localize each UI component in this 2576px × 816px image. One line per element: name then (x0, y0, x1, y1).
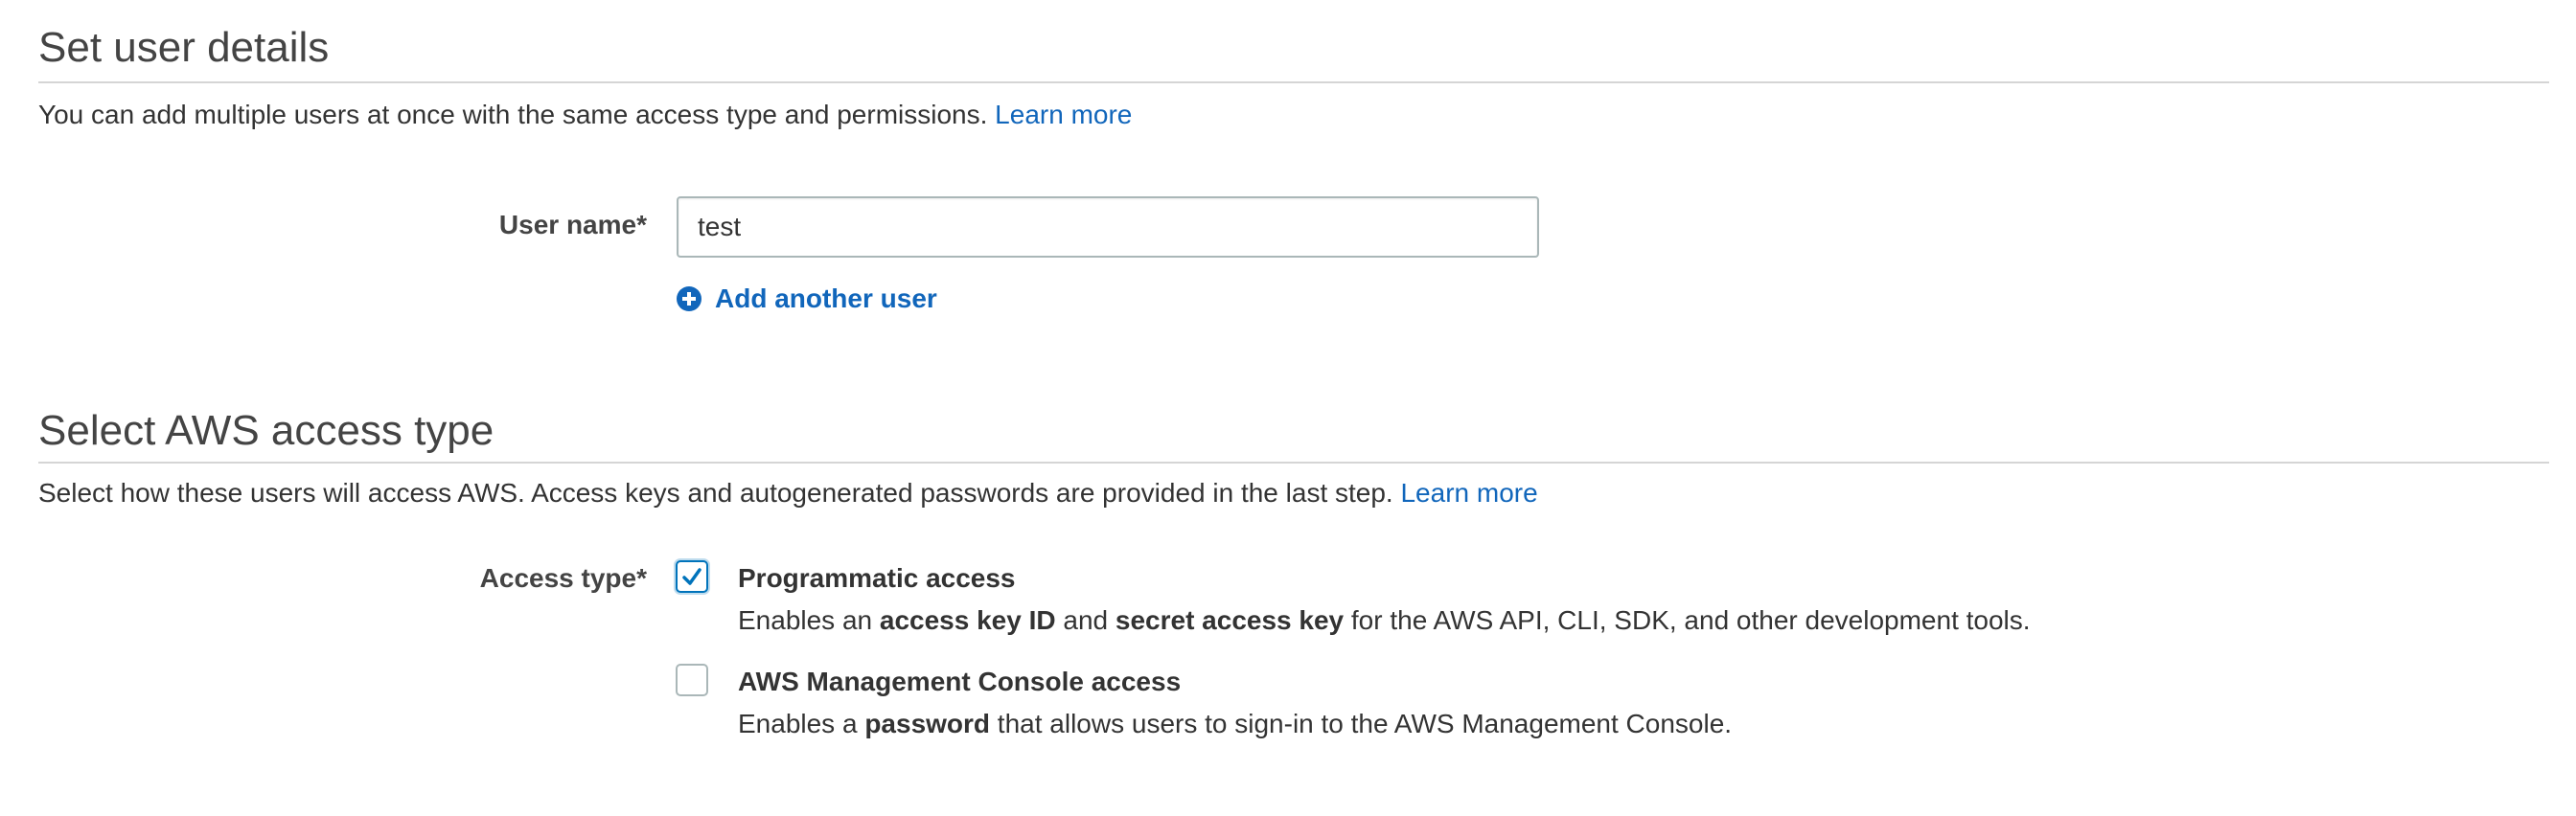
description-text: that allows users to sign-in to the AWS … (990, 709, 1733, 738)
checkmark-icon (682, 568, 702, 585)
description-text: for the AWS API, CLI, SDK, and other dev… (1344, 605, 2031, 635)
section-title-access-type: Select AWS access type (38, 407, 494, 454)
access-type-description: Select how these users will access AWS. … (38, 478, 1393, 508)
section-divider (38, 81, 2549, 83)
learn-more-link[interactable]: Learn more (1400, 478, 1537, 508)
access-type-label: Access type* (479, 563, 647, 593)
console-access-title: AWS Management Console access (738, 667, 1182, 696)
plus-circle-icon (677, 286, 702, 311)
user-name-label: User name* (498, 210, 647, 239)
description-text: Enables an (738, 605, 880, 635)
add-another-user-button[interactable]: Add another user (677, 283, 937, 314)
access-type-description-line: Select how these users will access AWS. … (38, 477, 1538, 510)
add-another-user-label: Add another user (715, 283, 937, 313)
programmatic-access-checkbox[interactable] (676, 560, 708, 593)
user-name-input[interactable] (677, 196, 1539, 258)
description-text: Enables a (738, 709, 865, 738)
description-text: and (1055, 605, 1116, 635)
description-bold-text: access key ID (879, 605, 1056, 635)
console-access-description: Enables a password that allows users to … (738, 709, 1732, 739)
learn-more-link[interactable]: Learn more (995, 100, 1132, 129)
user-details-description: You can add multiple users at once with … (38, 100, 988, 129)
description-bold-text: secret access key (1115, 605, 1345, 635)
description-bold-text: password (864, 709, 991, 738)
section-divider (38, 462, 2549, 464)
console-access-checkbox[interactable] (676, 664, 708, 696)
programmatic-access-description: Enables an access key ID and secret acce… (738, 605, 2031, 636)
section-title-user-details: Set user details (38, 24, 330, 71)
user-details-description-line: You can add multiple users at once with … (38, 99, 1132, 131)
programmatic-access-title: Programmatic access (738, 563, 1016, 593)
